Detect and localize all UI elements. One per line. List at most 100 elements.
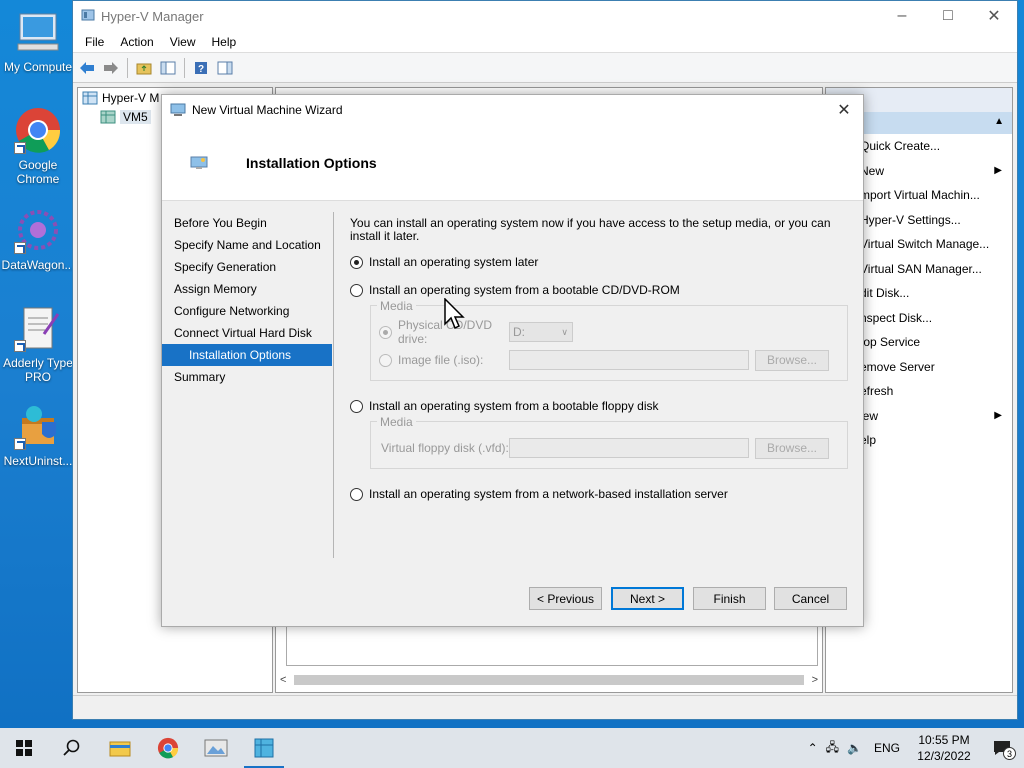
option-install-network[interactable]: Install an operating system from a netwo… [350, 487, 850, 501]
intro-text: You can install an operating system now … [350, 216, 831, 243]
notepad-icon [14, 304, 62, 352]
show-hide-tree-button[interactable] [158, 58, 178, 78]
taskbar-chrome[interactable] [144, 728, 192, 768]
finish-button[interactable]: Finish [693, 587, 766, 610]
wizard-steps: Before You Begin Specify Name and Locatio… [162, 212, 332, 388]
help-icon: ? [195, 61, 207, 75]
radio-install-floppy[interactable] [350, 399, 363, 413]
clock[interactable]: 10:55 PM 12/3/2022 [908, 732, 980, 764]
wizard-header: Installation Options [162, 125, 863, 201]
search-button[interactable] [48, 728, 96, 768]
wizard-step[interactable]: Assign Memory [162, 278, 332, 300]
wizard-app-icon [170, 103, 186, 116]
maximize-button[interactable]: □ [925, 1, 971, 31]
vfd-input[interactable] [509, 438, 749, 458]
action-item-label: nspect Disk... [860, 310, 933, 325]
option-install-network-label: Install an operating system from a netwo… [369, 487, 728, 501]
menu-action[interactable]: Action [112, 33, 161, 51]
toolbar: ? [73, 53, 1017, 83]
network-icon[interactable]: 🖧 [822, 738, 843, 759]
action-pane-icon [217, 61, 233, 74]
radio-install-network[interactable] [350, 487, 363, 501]
vm-monitor-icon [190, 156, 208, 169]
menu-file[interactable]: File [77, 33, 112, 51]
chrome-icon [14, 106, 62, 154]
up-folder-button[interactable] [134, 58, 154, 78]
svg-text:?: ? [198, 64, 204, 75]
wizard-step[interactable]: Installation Options [162, 344, 332, 366]
physical-drive-value: D: [513, 325, 525, 339]
action-item-label: Virtual Switch Manage... [860, 237, 990, 252]
chevron-down-icon: ∨ [561, 326, 568, 337]
desktop-icon-datawagon[interactable]: DataWagon... [0, 206, 76, 272]
desktop-icon-label: DataWagon... [1, 258, 75, 272]
option-install-cd-label: Install an operating system from a boota… [369, 283, 680, 297]
notification-count-badge: 3 [1003, 747, 1016, 760]
menu-view[interactable]: View [162, 33, 204, 51]
image-file-input[interactable] [509, 350, 749, 370]
vfd-browse-button[interactable]: Browse... [755, 437, 829, 459]
desktop-icon-my-computer[interactable]: My Compute [0, 8, 76, 74]
volume-icon[interactable]: 🔈 [843, 741, 866, 755]
wizard-close-button[interactable]: ✕ [833, 99, 855, 121]
clock-time: 10:55 PM [918, 733, 970, 747]
option-install-cd[interactable]: Install an operating system from a boota… [350, 283, 850, 297]
horizontal-scrollbar[interactable]: < > [280, 672, 818, 688]
menu-bar: File Action View Help [73, 31, 1017, 53]
forward-button[interactable] [101, 58, 121, 78]
server-icon [100, 110, 116, 124]
wizard-step[interactable]: Specify Generation [162, 256, 332, 278]
next-button[interactable]: Next > [611, 587, 684, 610]
cd-media-group: Media Physical CD/DVD drive: D: ∨ Image … [370, 299, 848, 381]
start-button[interactable] [0, 728, 48, 768]
desktop-icon-adderly[interactable]: Adderly Type PRO [0, 304, 76, 384]
hyperv-manager-icon [82, 91, 98, 105]
search-icon [63, 739, 80, 756]
close-button[interactable]: ✕ [971, 1, 1017, 31]
datawagon-icon [14, 206, 62, 254]
taskbar-file-explorer[interactable] [96, 728, 144, 768]
image-browse-button[interactable]: Browse... [755, 349, 829, 371]
option-install-floppy[interactable]: Install an operating system from a boota… [350, 399, 850, 413]
windows-logo-icon [16, 740, 32, 756]
vfd-row: Virtual floppy disk (.vfd): Browse... [379, 434, 839, 462]
minimize-button[interactable]: – [879, 1, 925, 31]
taskbar-picture-viewer[interactable] [192, 728, 240, 768]
toolbar-separator [184, 57, 185, 78]
desktop-icon-google-chrome[interactable]: Google Chrome [0, 106, 76, 186]
tree-root-label: Hyper-V M [102, 91, 160, 105]
radio-install-later[interactable] [350, 255, 363, 269]
physical-drive-select[interactable]: D: ∨ [509, 322, 573, 342]
radio-install-cd[interactable] [350, 283, 363, 297]
menu-help[interactable]: Help [204, 33, 245, 51]
radio-image-file[interactable] [379, 353, 392, 367]
wizard-step[interactable]: Configure Networking [162, 300, 332, 322]
hyperv-app-icon [81, 8, 95, 25]
notification-center-button[interactable]: 3 [980, 728, 1024, 768]
chevron-up-icon[interactable]: ⌃ [804, 741, 822, 755]
steps-divider [333, 212, 334, 558]
folder-icon [136, 63, 152, 74]
cancel-button[interactable]: Cancel [774, 587, 847, 610]
action-item-label: Virtual SAN Manager... [860, 261, 982, 276]
help-button[interactable]: ? [191, 58, 211, 78]
radio-physical-drive[interactable] [379, 325, 392, 339]
new-vm-wizard-dialog: New Virtual Machine Wizard ✕ Installatio… [161, 94, 864, 627]
wizard-step[interactable]: Specify Name and Location [162, 234, 332, 256]
previous-button[interactable]: < Previous [529, 587, 602, 610]
scrollbar-thumb[interactable] [294, 675, 804, 685]
scroll-right-icon[interactable]: > [812, 674, 818, 686]
language-indicator[interactable]: ENG [866, 741, 908, 755]
back-button[interactable] [77, 58, 97, 78]
scroll-left-icon[interactable]: < [280, 674, 286, 686]
taskbar-hyperv-manager[interactable] [240, 728, 288, 768]
option-install-later-label: Install an operating system later [369, 255, 539, 269]
wizard-step[interactable]: Before You Begin [162, 212, 332, 234]
option-install-later[interactable]: Install an operating system later [350, 255, 850, 269]
collapse-up-icon[interactable]: ▲ [994, 116, 1004, 127]
show-hide-action-pane-button[interactable] [215, 58, 235, 78]
option-install-floppy-label: Install an operating system from a boota… [369, 399, 659, 413]
wizard-step[interactable]: Summary [162, 366, 332, 388]
desktop-icon-nextuninstaller[interactable]: NextUninst... [0, 402, 76, 468]
wizard-step[interactable]: Connect Virtual Hard Disk [162, 322, 332, 344]
